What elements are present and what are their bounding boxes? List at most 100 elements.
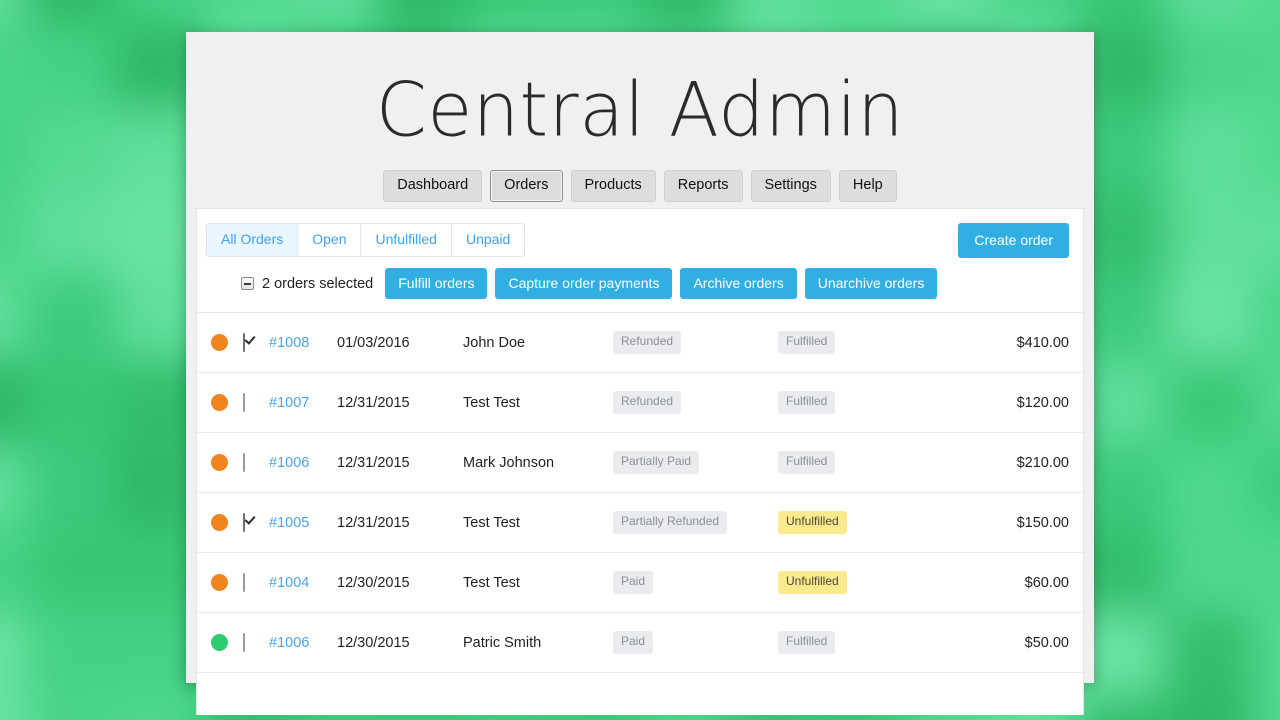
nav-button-dashboard[interactable]: Dashboard — [383, 170, 482, 202]
order-id-link[interactable]: #1006 — [269, 635, 309, 651]
status-dot-orange — [211, 454, 228, 471]
row-select-checkbox[interactable] — [243, 633, 245, 652]
fulfillment-status-cell: Fulfilled — [778, 391, 948, 413]
bulk-action-unarchive-orders[interactable]: Unarchive orders — [805, 268, 938, 300]
bulk-action-bar: 2 orders selected Fulfill ordersCapture … — [197, 267, 1083, 313]
fulfillment-status-badge: Fulfilled — [778, 391, 835, 413]
order-id-cell: #1008 — [269, 334, 337, 352]
row-select-cell — [243, 394, 269, 412]
order-amount: $50.00 — [948, 635, 1069, 651]
order-status-dot-cell — [211, 454, 243, 471]
order-id-link[interactable]: #1008 — [269, 335, 309, 351]
payment-status-badge: Paid — [613, 571, 653, 593]
order-date: 12/31/2015 — [337, 455, 463, 471]
selection-count-label: 2 orders selected — [262, 276, 373, 292]
order-customer: Patric Smith — [463, 635, 613, 651]
fulfillment-status-badge: Fulfilled — [778, 631, 835, 653]
fulfillment-status-badge: Unfulfilled — [778, 571, 847, 593]
fulfillment-status-cell: Fulfilled — [778, 631, 948, 653]
order-date: 12/30/2015 — [337, 635, 463, 651]
payment-status-badge: Partially Refunded — [613, 511, 727, 533]
order-amount: $60.00 — [948, 575, 1069, 591]
order-customer: Mark Johnson — [463, 455, 613, 471]
fulfillment-status-cell: Fulfilled — [778, 331, 948, 353]
bulk-action-fulfill-orders[interactable]: Fulfill orders — [385, 268, 487, 300]
status-dot-green — [211, 634, 228, 651]
order-id-cell: #1005 — [269, 514, 337, 532]
filter-bar: All OrdersOpenUnfulfilledUnpaid Create o… — [197, 209, 1083, 267]
order-date: 12/30/2015 — [337, 575, 463, 591]
order-id-cell: #1007 — [269, 394, 337, 412]
filter-tab-unfulfilled[interactable]: Unfulfilled — [361, 224, 451, 256]
filter-tab-open[interactable]: Open — [298, 224, 361, 256]
fulfillment-status-badge: Fulfilled — [778, 331, 835, 353]
order-id-link[interactable]: #1007 — [269, 395, 309, 411]
table-row[interactable]: #1008 01/03/2016John DoeRefundedFulfilled… — [197, 313, 1083, 373]
row-select-checkbox[interactable] — [243, 393, 245, 412]
main-nav: DashboardOrders ProductsReportsSettingsHe… — [186, 170, 1094, 202]
order-id-cell: #1004 — [269, 574, 337, 592]
payment-status-cell: Paid — [613, 571, 778, 593]
row-select-checkbox[interactable] — [243, 453, 245, 472]
order-status-dot-cell — [211, 514, 243, 531]
order-status-dot-cell — [211, 394, 243, 411]
table-row[interactable]: #1006 12/31/2015Mark JohnsonPartially Pai… — [197, 433, 1083, 493]
order-amount: $120.00 — [948, 395, 1069, 411]
filter-tabs: All OrdersOpenUnfulfilledUnpaid — [206, 223, 525, 257]
fulfillment-status-badge: Unfulfilled — [778, 511, 847, 533]
orders-table: #100801/03/2016John DoeRefundedFulfilled… — [197, 313, 1083, 673]
order-customer: Test Test — [463, 515, 613, 531]
row-select-cell — [243, 574, 269, 592]
order-date: 12/31/2015 — [337, 515, 463, 531]
order-id-link[interactable]: #1004 — [269, 575, 309, 591]
nav-button-orders[interactable]: Orders — [490, 170, 562, 202]
payment-status-cell: Refunded — [613, 331, 778, 353]
table-row[interactable]: #1006 12/30/2015Patric SmithPaid Fulfilled… — [197, 613, 1083, 673]
payment-status-cell: Partially Refunded — [613, 511, 778, 533]
create-order-button[interactable]: Create order — [958, 223, 1069, 258]
order-amount: $410.00 — [948, 335, 1069, 351]
row-select-cell — [243, 454, 269, 472]
payment-status-cell: Partially Paid — [613, 451, 778, 473]
status-dot-orange — [211, 574, 228, 591]
nav-button-help[interactable]: Help — [839, 170, 897, 202]
order-id-cell: #1006 — [269, 634, 337, 652]
order-amount: $210.00 — [948, 455, 1069, 471]
order-customer: John Doe — [463, 335, 613, 351]
order-date: 12/31/2015 — [337, 395, 463, 411]
order-id-link[interactable]: #1005 — [269, 515, 309, 531]
table-row[interactable]: #1004 12/30/2015Test TestPaid Unfulfilled $… — [197, 553, 1083, 613]
row-select-checkbox[interactable] — [243, 573, 245, 592]
order-status-dot-cell — [211, 334, 243, 351]
row-select-checkbox[interactable] — [243, 333, 245, 352]
bulk-action-capture-order-payments[interactable]: Capture order payments — [495, 268, 672, 300]
order-status-dot-cell — [211, 574, 243, 591]
app-header: Central Admin DashboardOrders ProductsRep… — [186, 32, 1094, 208]
payment-status-badge: Paid — [613, 631, 653, 653]
nav-button-products[interactable]: Products — [571, 170, 656, 202]
table-row[interactable]: #100712/31/2015Test TestRefundedFulfille… — [197, 373, 1083, 433]
filter-tab-all-orders[interactable]: All Orders — [207, 224, 298, 256]
status-dot-orange — [211, 394, 228, 411]
page-title: Central Admin — [186, 73, 1094, 147]
row-select-cell — [243, 634, 269, 652]
admin-window: Central Admin DashboardOrders ProductsRep… — [186, 32, 1094, 683]
order-id-cell: #1006 — [269, 454, 337, 472]
nav-button-reports[interactable]: Reports — [664, 170, 743, 202]
order-date: 01/03/2016 — [337, 335, 463, 351]
payment-status-badge: Refunded — [613, 391, 681, 413]
fulfillment-status-cell: Unfulfilled — [778, 511, 948, 533]
order-id-link[interactable]: #1006 — [269, 455, 309, 471]
row-select-checkbox[interactable] — [243, 513, 245, 532]
bulk-action-archive-orders[interactable]: Archive orders — [680, 268, 796, 300]
table-row[interactable]: #1005 12/31/2015Test TestPartially Refund… — [197, 493, 1083, 553]
filter-tab-unpaid[interactable]: Unpaid — [452, 224, 524, 256]
payment-status-cell: Paid — [613, 631, 778, 653]
order-status-dot-cell — [211, 634, 243, 651]
select-all-checkbox[interactable] — [241, 277, 254, 290]
nav-button-settings[interactable]: Settings — [751, 170, 831, 202]
order-customer: Test Test — [463, 575, 613, 591]
bulk-buttons: Fulfill ordersCapture order paymentsArch… — [385, 268, 937, 300]
status-dot-orange — [211, 334, 228, 351]
payment-status-cell: Refunded — [613, 391, 778, 413]
